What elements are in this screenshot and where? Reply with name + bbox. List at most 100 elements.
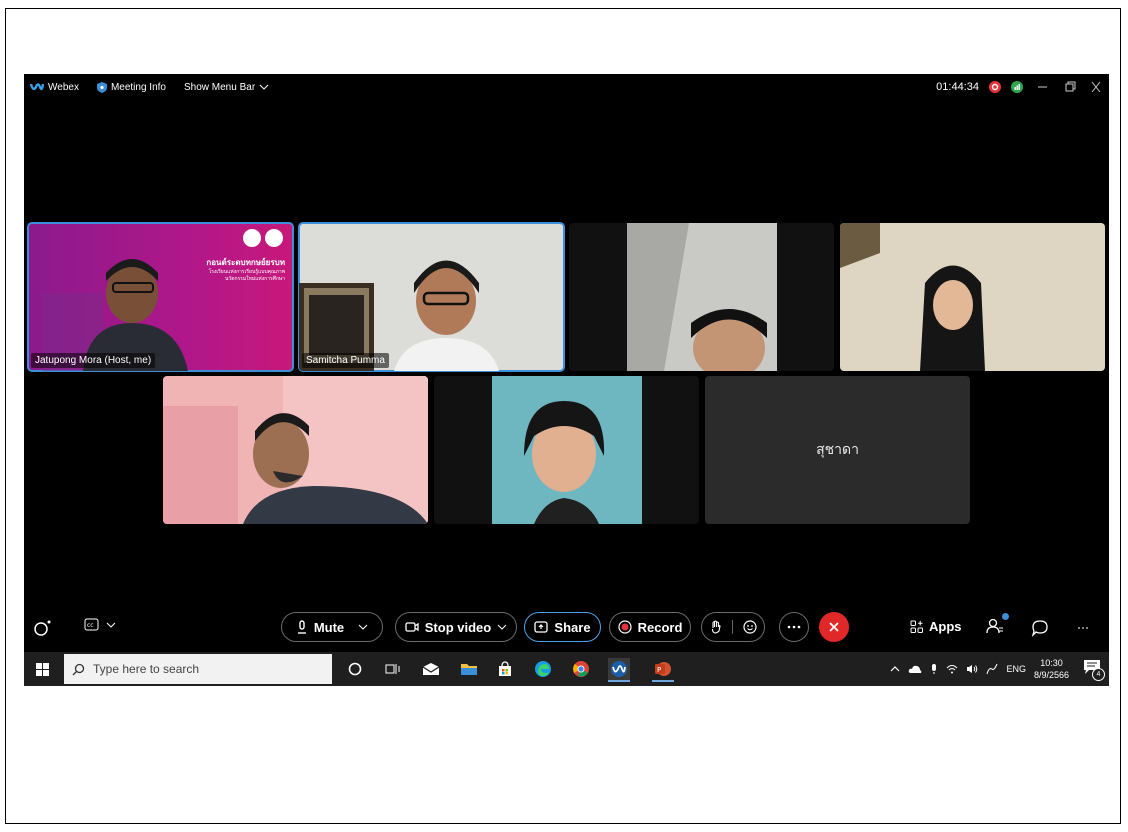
search-icon <box>72 663 85 675</box>
pen-icon[interactable] <box>986 663 998 675</box>
video-tile-host[interactable]: กอนต์ระดบทกษย์ยรบท โรงเรียนแห่งการเรียนร… <box>27 222 294 372</box>
video-tile-participant-6[interactable] <box>434 376 699 524</box>
store-icon <box>499 661 511 676</box>
webex-logo-button[interactable]: Webex <box>30 81 79 93</box>
restore-icon[interactable] <box>1063 81 1079 93</box>
more-icon[interactable] <box>1077 626 1089 630</box>
task-view-button[interactable] <box>382 658 404 680</box>
chevron-down-icon <box>106 622 116 628</box>
taskbar-search-input[interactable]: Type here to search <box>64 654 332 684</box>
captions-button[interactable]: cc <box>84 618 116 632</box>
task-view-icon <box>385 664 400 674</box>
meeting-info-button[interactable]: Meeting Info <box>96 81 166 93</box>
show-menu-bar-label: Show Menu Bar <box>184 81 256 93</box>
search-placeholder: Type here to search <box>93 662 200 676</box>
samitcha-video-feed <box>299 260 499 371</box>
recording-status-icon[interactable] <box>989 81 1001 93</box>
chat-icon[interactable] <box>1031 619 1049 637</box>
more-options-button[interactable] <box>779 612 809 642</box>
mail-app-button[interactable] <box>420 658 442 680</box>
share-button[interactable]: Share <box>524 612 601 642</box>
webex-meeting-window: Webex Meeting Info Show Menu Bar 01:44:3… <box>24 74 1109 686</box>
video-tile-participant-3[interactable] <box>569 223 834 371</box>
store-app-button[interactable] <box>494 658 516 680</box>
video-camera-icon <box>405 622 419 632</box>
participant-4-video-feed <box>840 223 985 371</box>
record-label: Record <box>637 619 683 635</box>
participant-name-sujada: สุชาดา <box>816 441 859 457</box>
slide-subtitle-2: นวัตกรรมใหม่แห่งการศึกษา <box>225 276 285 282</box>
speaker-icon[interactable] <box>966 664 978 674</box>
chrome-icon <box>573 661 589 677</box>
app-name: Webex <box>48 81 79 93</box>
video-tile-participant-4[interactable] <box>840 223 1105 371</box>
apps-button[interactable]: Apps <box>910 619 962 634</box>
video-tile-samitcha[interactable]: Samitcha Pumma <box>298 222 565 372</box>
show-menu-bar-button[interactable]: Show Menu Bar <box>184 82 269 93</box>
file-explorer-button[interactable] <box>458 658 480 680</box>
mail-icon <box>422 663 440 675</box>
meeting-timer: 01:44:34 <box>936 81 979 93</box>
video-tile-participant-5[interactable] <box>163 376 428 524</box>
participants-notification-dot <box>1002 613 1009 620</box>
minimize-icon[interactable] <box>1033 81 1053 93</box>
participant-name-host: Jatupong Mora (Host, me) <box>31 353 156 368</box>
clock-date: 8/9/2566 <box>1033 670 1069 680</box>
webex-icon <box>611 661 627 677</box>
webex-taskbar-button[interactable] <box>608 658 630 682</box>
notifications-button[interactable]: 4 <box>1083 659 1105 681</box>
share-label: Share <box>554 619 591 635</box>
onedrive-icon[interactable] <box>908 664 922 674</box>
leave-meeting-button[interactable] <box>819 612 849 642</box>
record-icon <box>617 620 632 634</box>
close-icon[interactable] <box>1089 81 1103 93</box>
edge-browser-button[interactable] <box>532 658 554 680</box>
chevron-down-icon <box>358 624 368 630</box>
edge-icon <box>535 661 551 677</box>
wifi-icon[interactable] <box>946 664 958 674</box>
record-button[interactable]: Record <box>609 612 691 642</box>
chevron-down-icon <box>259 84 269 90</box>
participant-3-video-feed <box>627 223 777 371</box>
participant-6-video-feed <box>492 376 642 524</box>
emoji-icon <box>742 620 757 634</box>
chrome-browser-button[interactable] <box>570 658 592 680</box>
webex-icon <box>30 83 44 91</box>
windows-taskbar: Type here to search P ENG 10:30 8/9/2566… <box>24 652 1109 686</box>
share-screen-icon <box>534 621 549 633</box>
apps-label: Apps <box>929 619 962 634</box>
reactions-group[interactable] <box>701 612 765 642</box>
microphone-icon[interactable] <box>930 663 938 675</box>
stop-video-label: Stop video <box>424 619 492 635</box>
clock-time: 10:30 <box>1040 658 1063 668</box>
apps-icon <box>910 620 923 633</box>
chevron-up-icon[interactable] <box>890 666 900 672</box>
layout-icon[interactable] <box>32 619 54 637</box>
svg-text:cc: cc <box>87 622 94 629</box>
raise-hand-icon <box>711 620 721 634</box>
stop-video-button[interactable]: Stop video <box>395 612 517 642</box>
cortana-button[interactable] <box>344 658 366 680</box>
mute-label: Mute <box>313 619 345 635</box>
title-bar: Webex Meeting Info Show Menu Bar 01:44:3… <box>24 74 1109 100</box>
chevron-down-icon <box>497 624 507 630</box>
captions-icon: cc <box>84 618 99 631</box>
video-tile-sujada[interactable]: สุชาดา <box>705 376 970 524</box>
slide-logos <box>243 229 283 247</box>
network-status-icon[interactable] <box>1011 81 1023 93</box>
clock[interactable]: 10:30 8/9/2566 <box>1034 657 1069 681</box>
language-indicator[interactable]: ENG <box>1006 664 1026 674</box>
svg-text:P: P <box>657 666 661 674</box>
powerpoint-icon: P <box>655 662 671 676</box>
meeting-info-label: Meeting Info <box>110 81 166 93</box>
participants-button[interactable] <box>985 613 1009 638</box>
mute-button[interactable]: Mute <box>281 612 383 642</box>
powerpoint-button[interactable]: P <box>652 658 674 682</box>
system-tray: ENG 10:30 8/9/2566 4 <box>890 652 1105 686</box>
folder-icon <box>461 664 477 675</box>
participants-icon <box>986 618 1003 634</box>
participant-5-video-feed <box>163 376 428 524</box>
microphone-icon <box>297 620 306 634</box>
participant-name-samitcha: Samitcha Pumma <box>302 353 389 368</box>
windows-start-icon[interactable] <box>36 663 49 676</box>
